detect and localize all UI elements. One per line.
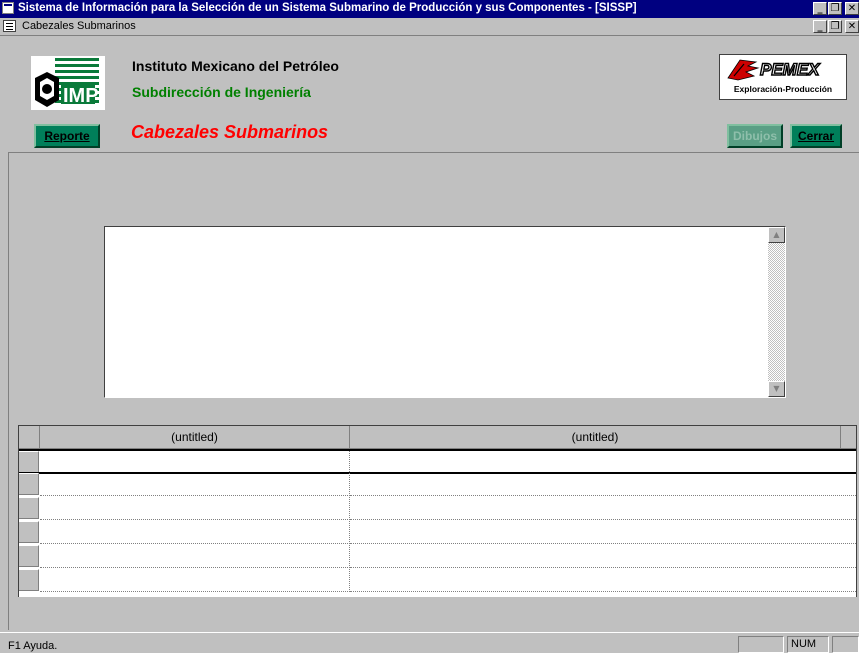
cerrar-button-label: Cerrar — [797, 129, 835, 143]
num-lock-indicator: NUM — [787, 636, 829, 653]
grid-corner — [19, 426, 40, 449]
reporte-button-label: Reporte — [44, 129, 90, 143]
imp-logo: IMP — [31, 56, 105, 110]
form-header: IMP Instituto Mexicano del Petróleo Subd… — [8, 44, 851, 116]
app-title-bar[interactable]: Sistema de Información para la Selección… — [0, 0, 859, 18]
cerrar-button[interactable]: Cerrar — [790, 124, 842, 148]
row-selector[interactable] — [19, 451, 39, 473]
status-panel — [832, 636, 859, 653]
close-icon[interactable]: ✕ — [845, 2, 859, 15]
grid-column-header[interactable]: (untitled) — [40, 426, 350, 449]
restore-icon[interactable]: ❐ — [828, 2, 842, 15]
row-selector[interactable] — [19, 545, 39, 567]
row-selector[interactable] — [19, 497, 39, 519]
row-selector[interactable] — [19, 473, 39, 495]
grid-column-header[interactable]: (untitled) — [350, 426, 841, 449]
app-title: Sistema de Información para la Selección… — [18, 2, 637, 14]
mdi-close-icon[interactable]: ✕ — [845, 20, 859, 33]
scroll-up-icon[interactable]: ▲ — [768, 227, 785, 243]
grid-cell[interactable] — [40, 521, 350, 544]
grid-cell[interactable] — [350, 497, 856, 520]
description-scrollbar[interactable]: ▲ ▼ — [768, 227, 785, 397]
row-selector[interactable] — [19, 569, 39, 591]
pemex-name: PEMEX — [759, 59, 820, 79]
description-textarea[interactable]: ▲ ▼ — [104, 226, 786, 398]
pemex-division: Exploración-Producción — [733, 84, 833, 94]
grid-cell[interactable] — [40, 497, 350, 520]
grid-header-filler — [841, 426, 856, 449]
mdi-minimize-icon[interactable]: _ — [813, 20, 827, 33]
mdi-title-bar[interactable]: Cabezales Submarinos _ ❐ ✕ — [0, 18, 859, 36]
app-system-icon[interactable] — [2, 2, 14, 14]
organization-name: Instituto Mexicano del Petróleo — [132, 58, 339, 74]
department-name: Subdirección de Ingeniería — [132, 84, 311, 100]
minimize-icon[interactable]: _ — [813, 2, 827, 15]
data-grid[interactable]: (untitled) (untitled) — [18, 425, 857, 597]
grid-cell[interactable] — [350, 451, 856, 474]
pemex-logo: PEMEX Exploración-Producción — [719, 54, 847, 100]
row-selector[interactable] — [19, 521, 39, 543]
mdi-title: Cabezales Submarinos — [22, 20, 136, 32]
reporte-button[interactable]: Reporte — [34, 124, 100, 148]
grid-cell[interactable] — [40, 569, 350, 592]
imp-logo-text: IMP — [63, 85, 99, 107]
grid-cell[interactable] — [350, 473, 856, 496]
grid-cell[interactable] — [350, 569, 856, 592]
grid-cell[interactable] — [40, 451, 350, 474]
status-panel — [738, 636, 784, 653]
mdi-restore-icon[interactable]: ❐ — [828, 20, 842, 33]
scroll-down-icon[interactable]: ▼ — [768, 381, 785, 397]
status-bar — [0, 632, 859, 653]
dibujos-button[interactable]: Dibujos — [727, 124, 783, 148]
form-icon[interactable] — [3, 20, 16, 32]
grid-cell[interactable] — [350, 521, 856, 544]
form-title: Cabezales Submarinos — [131, 122, 329, 142]
status-help-text: F1 Ayuda. — [8, 640, 58, 652]
pemex-eagle-icon — [727, 59, 760, 81]
grid-cell[interactable] — [350, 545, 856, 568]
dibujos-button-label: Dibujos — [733, 129, 777, 143]
grid-cell[interactable] — [40, 545, 350, 568]
grid-cell[interactable] — [40, 473, 350, 496]
